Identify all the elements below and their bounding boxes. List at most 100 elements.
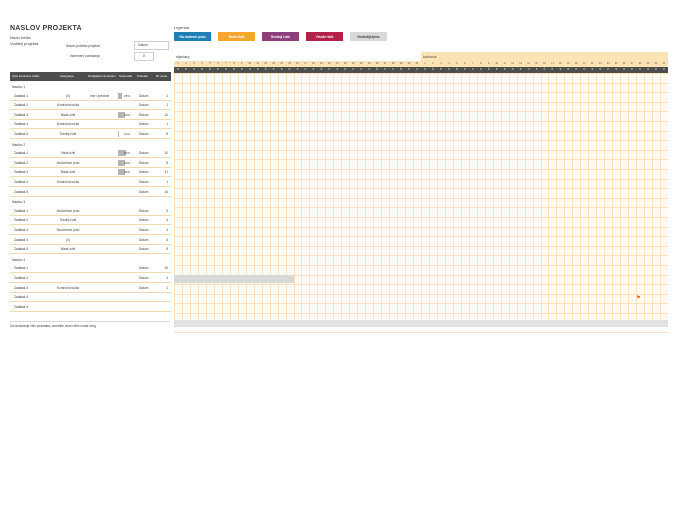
- task-start[interactable]: Datum: [139, 274, 148, 282]
- project-title[interactable]: NASLOV PROJEKTA: [10, 25, 82, 32]
- task-category[interactable]: Kontrolna točka: [50, 178, 86, 186]
- task-days[interactable]: 11: [165, 168, 168, 176]
- task-start[interactable]: Datum: [139, 226, 148, 234]
- section-row[interactable]: Naslov 4: [10, 255, 171, 264]
- task-category[interactable]: Na dobrom putu: [50, 159, 86, 167]
- task-category[interactable]: Na dobrom putu: [50, 226, 86, 234]
- task-name[interactable]: Zadatak 2: [14, 216, 28, 224]
- task-days[interactable]: 16: [164, 188, 168, 196]
- start-date-field[interactable]: Datum: [134, 41, 169, 50]
- task-name[interactable]: Zadatak 2: [14, 274, 28, 282]
- table-row[interactable]: Zadatak 4 Kontrolna točka Datum 1: [10, 178, 171, 187]
- task-days[interactable]: 4: [166, 216, 168, 224]
- milestone-flag-icon[interactable]: ⚑: [636, 295, 640, 301]
- header-assigned[interactable]: Dodijeljeno korisniku: [88, 72, 116, 81]
- table-row[interactable]: Zadatak 3 Nizak rizik 50% Datum 10: [10, 111, 171, 120]
- task-start[interactable]: Datum: [139, 120, 148, 128]
- task-days[interactable]: 10: [164, 111, 168, 119]
- task-start[interactable]: Datum: [139, 245, 148, 253]
- task-start[interactable]: Datum: [139, 168, 148, 176]
- section-row[interactable]: Naslov 3: [10, 197, 171, 206]
- legend-item-5[interactable]: Nedodijeljeno: [350, 32, 387, 41]
- task-name[interactable]: Zadatak 3: [14, 168, 28, 176]
- task-name[interactable]: Zadatak 4: [14, 120, 28, 128]
- task-category[interactable]: Nizak rizik: [50, 111, 86, 119]
- table-row[interactable]: Zadatak 1 Datum 15: [10, 264, 171, 274]
- section-label[interactable]: Naslov 4: [12, 255, 25, 264]
- task-name[interactable]: Zadatak 5: [14, 130, 28, 138]
- task-start[interactable]: Datum: [139, 159, 148, 167]
- task-days[interactable]: 8: [166, 159, 168, 167]
- task-days[interactable]: 5: [166, 236, 168, 244]
- task-days[interactable]: 1: [166, 101, 168, 109]
- task-start[interactable]: Datum: [139, 92, 148, 100]
- legend-item-3[interactable]: Srednji rizik: [262, 32, 299, 41]
- gantt-bar[interactable]: [174, 275, 294, 284]
- task-name[interactable]: Zadatak 3: [14, 226, 28, 234]
- task-category[interactable]: [50, 188, 86, 196]
- task-days[interactable]: 4: [166, 274, 168, 282]
- task-start[interactable]: Datum: [139, 178, 148, 186]
- horizontal-scrollbar[interactable]: [174, 320, 668, 327]
- table-row[interactable]: Zadatak 3 Kontrolna točka Datum 1: [10, 284, 171, 293]
- task-start[interactable]: Datum: [139, 236, 148, 244]
- table-row[interactable]: Zadatak 2 Na dobrom putu 50% Datum 8: [10, 159, 171, 168]
- table-row[interactable]: Zadatak 1 Visok rizik 60% Datum 10: [10, 149, 171, 159]
- task-name[interactable]: Zadatak 2: [14, 101, 28, 109]
- task-days[interactable]: 10: [164, 149, 168, 157]
- task-category[interactable]: Kontrolna točka: [50, 284, 86, 292]
- table-row[interactable]: Zadatak 3 Nizak rizik 50% Datum 11: [10, 168, 171, 178]
- task-category[interactable]: Nizak rizik: [50, 168, 86, 176]
- task-name[interactable]: Zadatak 1: [14, 149, 28, 157]
- table-row[interactable]: Zadatak 4 Kontrolna točka Datum 1: [10, 120, 171, 130]
- legend-item-1[interactable]: Na dobrom putu: [174, 32, 211, 41]
- task-days[interactable]: 1: [166, 284, 168, 292]
- task-start[interactable]: Datum: [139, 216, 148, 224]
- task-category[interactable]: Na dobrom putu: [50, 207, 86, 215]
- task-category[interactable]: Nizak rizik: [50, 245, 86, 253]
- header-progress[interactable]: Napredak: [119, 72, 132, 81]
- task-name[interactable]: Zadatak 3: [14, 284, 28, 292]
- section-row[interactable]: Naslov 1: [10, 82, 171, 91]
- section-label[interactable]: Naslov 3: [12, 197, 25, 206]
- task-start[interactable]: Datum: [139, 111, 148, 119]
- task-days[interactable]: 5: [166, 207, 168, 215]
- table-row[interactable]: Zadatak 1 Na dobrom putu Datum 5: [10, 207, 171, 216]
- task-days[interactable]: 8: [166, 130, 168, 138]
- task-name[interactable]: Zadatak 1: [14, 92, 28, 100]
- task-name[interactable]: Zadatak 4: [14, 236, 28, 244]
- task-category[interactable]: Srednji rizik: [50, 130, 86, 138]
- task-name[interactable]: Zadatak 2: [14, 159, 28, 167]
- task-start[interactable]: Datum: [139, 188, 148, 196]
- task-category[interactable]: [50, 274, 86, 282]
- table-row[interactable]: Zadatak 5: [10, 303, 171, 312]
- section-label[interactable]: Naslov 1: [12, 82, 25, 91]
- gantt-grid[interactable]: ⚑: [174, 73, 668, 334]
- table-row[interactable]: Zadatak 1 (0) Ime i prezime 25% Datum 1: [10, 92, 171, 101]
- table-row[interactable]: Zadatak 2 Kontrolna točka Datum 1: [10, 101, 171, 111]
- task-category[interactable]: Kontrolna točka: [50, 120, 86, 128]
- header-start[interactable]: Početak: [137, 72, 148, 81]
- legend-item-4[interactable]: Visoki rizik: [306, 32, 343, 41]
- increment-field[interactable]: 0: [134, 52, 154, 61]
- task-start[interactable]: Datum: [139, 149, 148, 157]
- task-start[interactable]: Datum: [139, 264, 148, 272]
- task-category[interactable]: Srednji rizik: [50, 216, 86, 224]
- task-category[interactable]: [50, 264, 86, 272]
- header-description[interactable]: Opis kontrolne točke: [12, 72, 39, 81]
- task-days[interactable]: 4: [166, 226, 168, 234]
- task-category[interactable]: Visok rizik: [50, 149, 86, 157]
- task-name[interactable]: Zadatak 1: [14, 207, 28, 215]
- table-row[interactable]: Zadatak 4 (0) Datum 5: [10, 236, 171, 245]
- task-start[interactable]: Datum: [139, 101, 148, 109]
- project-lead[interactable]: Voditelj projekta: [10, 41, 38, 46]
- table-row[interactable]: Zadatak 3 Na dobrom putu Datum 4: [10, 226, 171, 235]
- task-name[interactable]: Zadatak 5: [14, 245, 28, 253]
- legend-item-2[interactable]: Niski rizik: [218, 32, 255, 41]
- table-row[interactable]: Zadatak 2 Datum 4: [10, 274, 171, 283]
- task-name[interactable]: Zadatak 5: [14, 188, 28, 196]
- header-category[interactable]: Kategorija: [60, 72, 74, 81]
- company-name[interactable]: Naziv tvrtke: [10, 35, 31, 40]
- table-row[interactable]: Zadatak 5 Nizak rizik Datum 8: [10, 245, 171, 255]
- task-days[interactable]: 15: [164, 264, 168, 272]
